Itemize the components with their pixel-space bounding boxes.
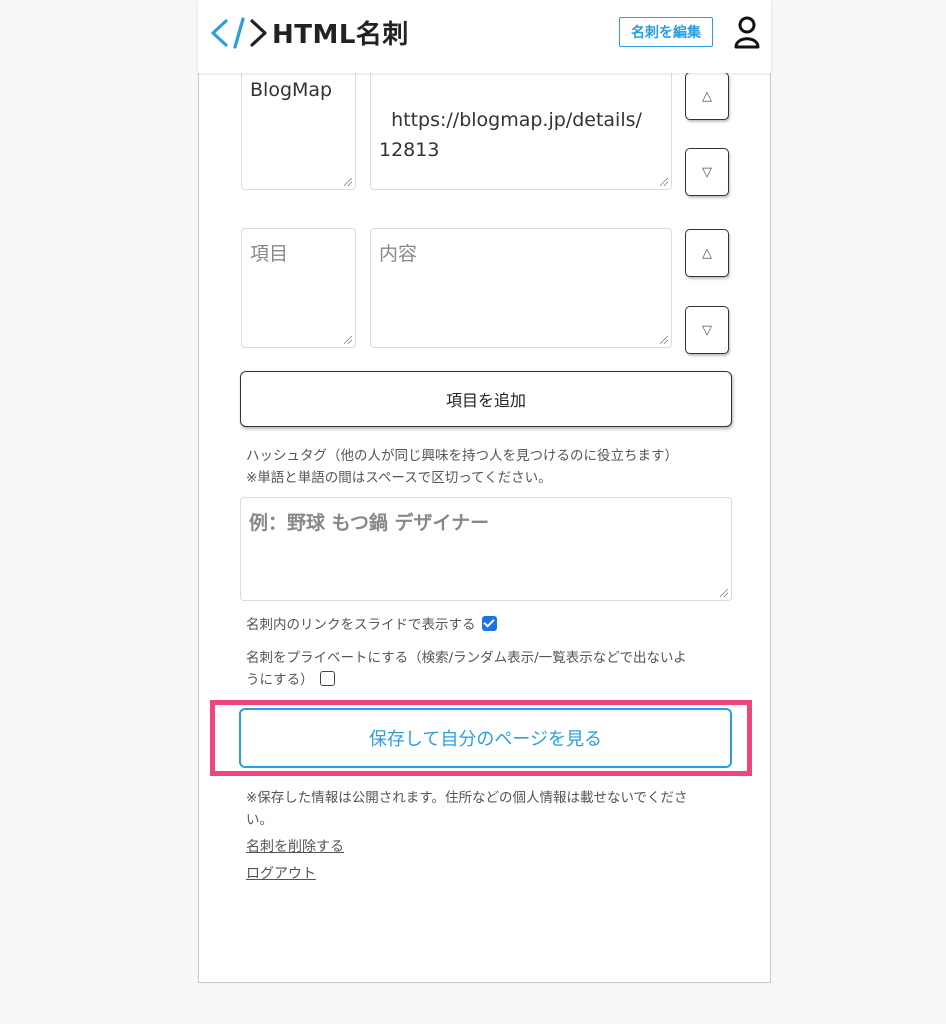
down-arrow-icon: ▽ (702, 164, 712, 180)
resize-handle-icon[interactable] (344, 336, 352, 344)
logo-text: HTML名刺 (272, 20, 409, 50)
link-label-value: BlogMap (250, 79, 333, 101)
item-content-placeholder: 内容 (379, 243, 418, 265)
move-down-button[interactable]: ▽ (685, 306, 729, 354)
user-icon[interactable] (732, 16, 762, 50)
up-arrow-icon: △ (702, 245, 712, 261)
move-up-button[interactable]: △ (685, 72, 729, 120)
link-url-input[interactable]: https://blogmap.jp/details/ 12813 (370, 64, 672, 190)
slide-option: 名刺内のリンクをスライドで表示する (246, 614, 497, 636)
hashtag-help-line2: ※単語と単語の間はスペースで区切ってください。 (246, 470, 552, 486)
logo[interactable]: HTML名刺 (210, 14, 409, 51)
add-item-button[interactable]: 項目を追加 (240, 371, 732, 427)
item-label-placeholder: 項目 (250, 243, 289, 265)
private-option-label-line1: 名刺をプライベートにする（検索/ランダム表示/一覧表示などで出ないよ (246, 650, 687, 666)
code-icon (211, 16, 267, 49)
resize-handle-icon[interactable] (344, 178, 352, 186)
private-checkbox[interactable] (319, 670, 335, 686)
slide-option-label: 名刺内のリンクをスライドで表示する (246, 617, 476, 633)
private-option-label-line2: うにする） (246, 672, 314, 688)
resize-handle-icon[interactable] (660, 336, 668, 344)
move-down-button[interactable]: ▽ (685, 148, 729, 196)
move-up-button[interactable]: △ (685, 229, 729, 277)
public-notice-line1: ※保存した情報は公開されます。住所などの個人情報は載せないでくださ (246, 790, 688, 806)
private-option: 名刺をプライベートにする（検索/ランダム表示/一覧表示などで出ないよ うにする） (246, 647, 736, 691)
resize-handle-icon[interactable] (720, 589, 728, 597)
link-url-value: https://blogmap.jp/details/ 12813 (379, 109, 642, 161)
app-header: HTML名刺 名刺を編集 (198, 0, 771, 73)
hashtag-help-line1: ハッシュタグ（他の人が同じ興味を持つ人を見つけるのに役立ちます） (246, 448, 678, 464)
public-notice-line2: い。 (246, 812, 273, 828)
item-label-input[interactable]: 項目 (241, 228, 356, 348)
link-label-input[interactable]: BlogMap (241, 64, 356, 190)
delete-card-link[interactable]: 名刺を削除する (246, 836, 344, 856)
item-content-input[interactable]: 内容 (370, 228, 672, 348)
slide-checkbox[interactable] (481, 615, 497, 631)
hashtag-input[interactable]: 例：野球 もつ鍋 デザイナー (240, 497, 732, 601)
public-notice: ※保存した情報は公開されます。住所などの個人情報は載せないでくださ い。 (246, 787, 736, 831)
hashtag-placeholder: 例：野球 もつ鍋 デザイナー (249, 512, 490, 534)
edit-card-button[interactable]: 名刺を編集 (619, 17, 713, 47)
up-arrow-icon: △ (702, 88, 712, 104)
logout-link[interactable]: ログアウト (246, 863, 316, 883)
down-arrow-icon: ▽ (702, 322, 712, 338)
resize-handle-icon[interactable] (660, 178, 668, 186)
hashtag-help: ハッシュタグ（他の人が同じ興味を持つ人を見つけるのに役立ちます） ※単語と単語の… (246, 445, 746, 489)
save-and-view-button[interactable]: 保存して自分のページを見る (239, 708, 732, 768)
